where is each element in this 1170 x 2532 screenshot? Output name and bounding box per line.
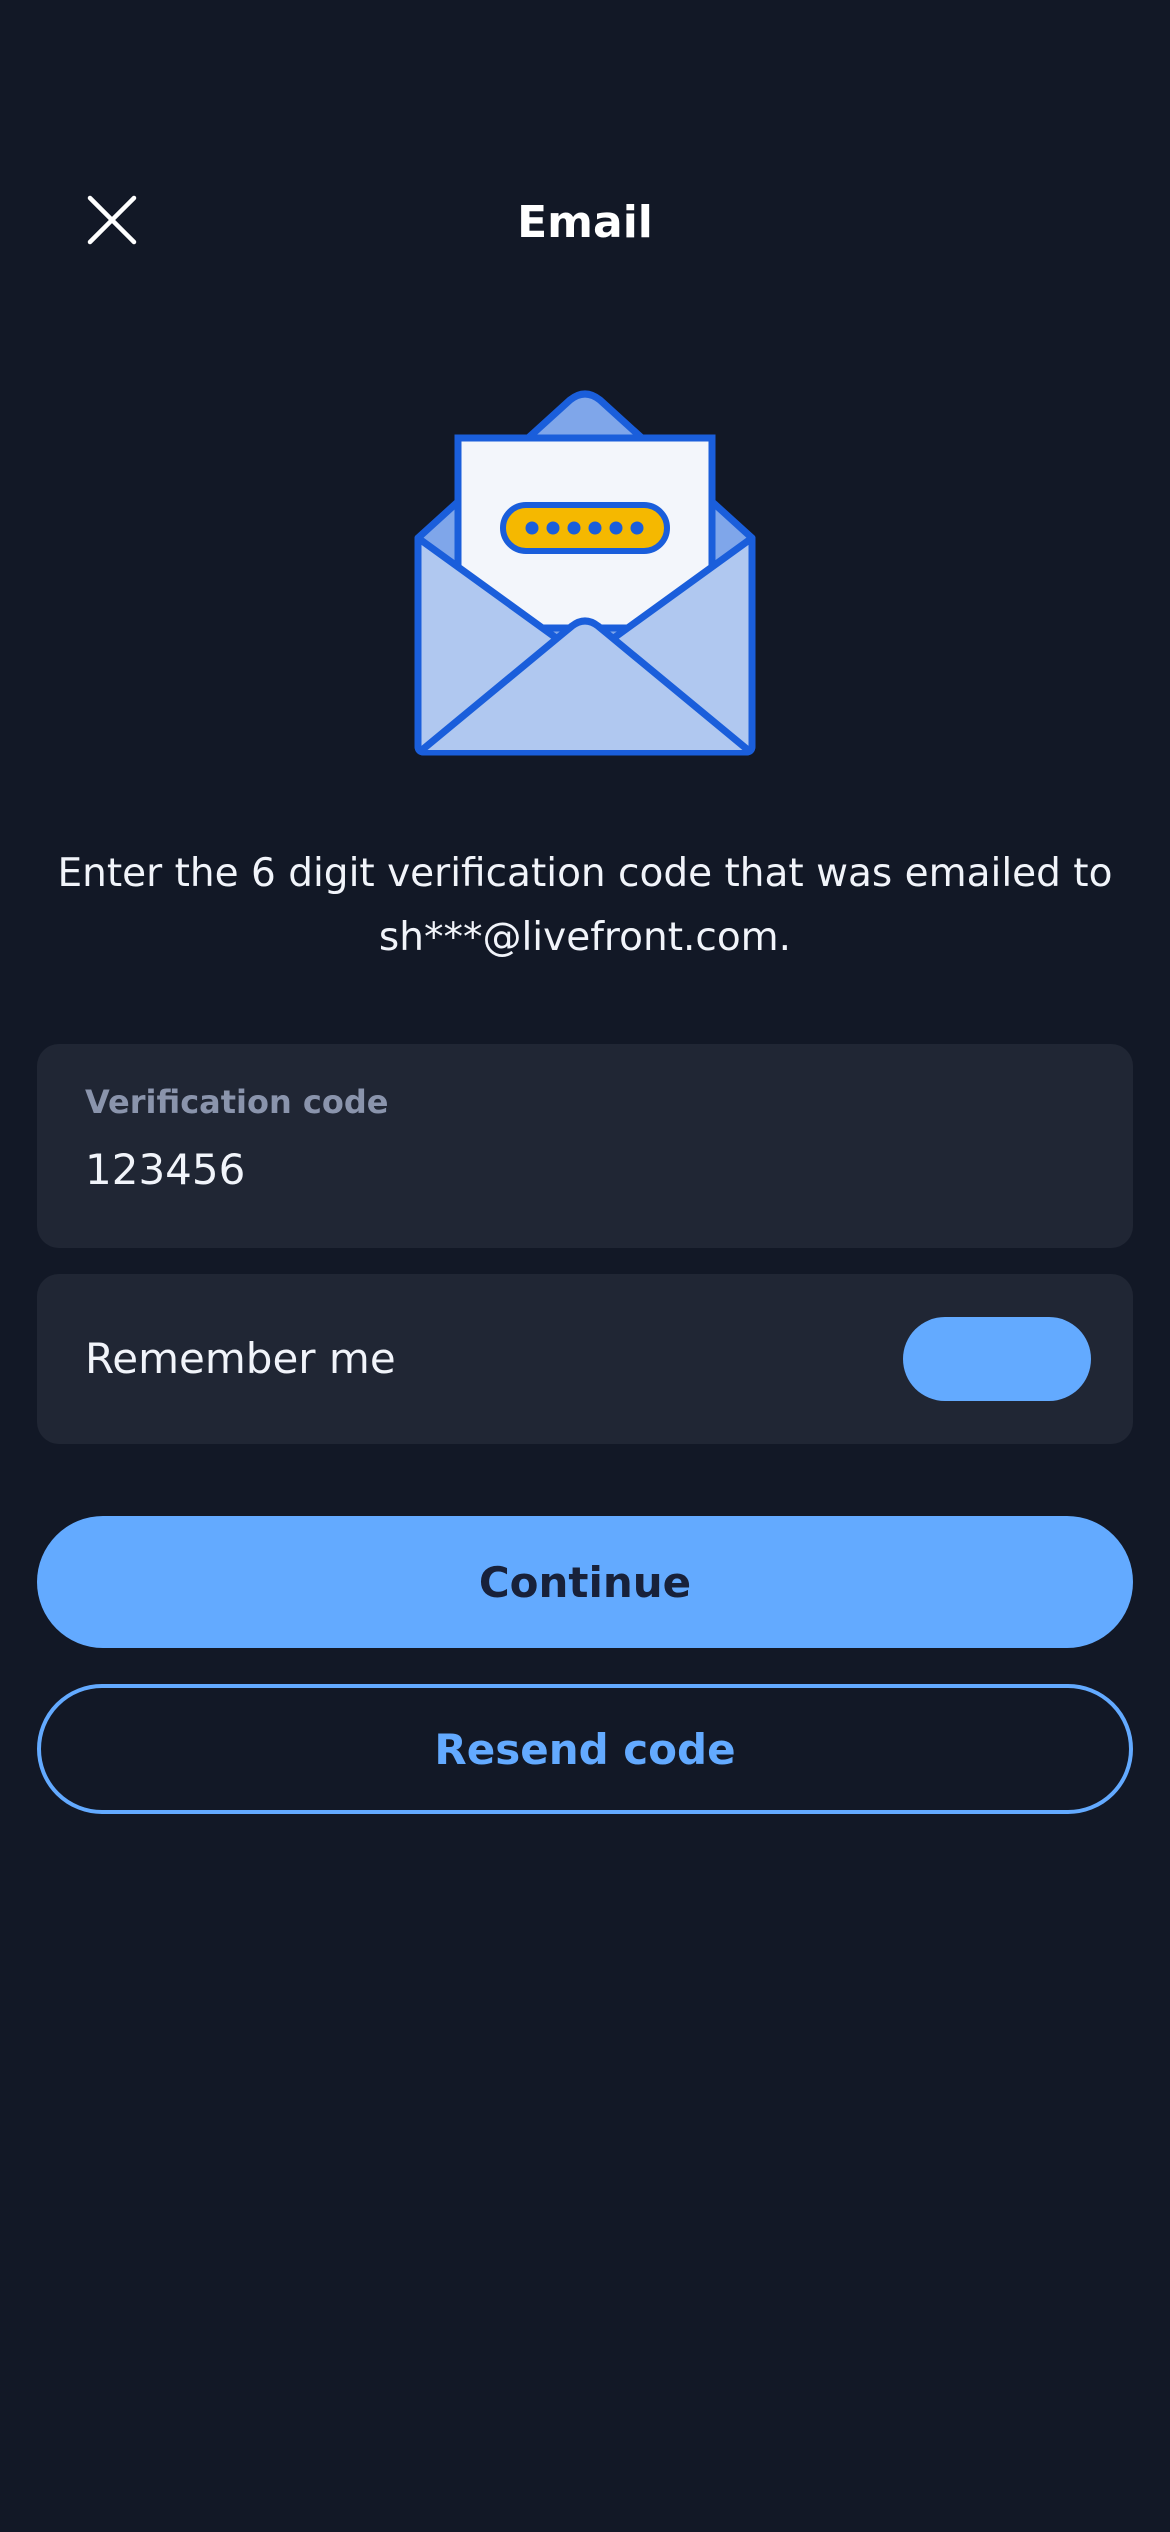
verification-code-field[interactable]: Verification code 123456 xyxy=(37,1044,1133,1248)
top-bar: Email xyxy=(0,160,1170,296)
envelope-with-code-icon xyxy=(410,390,760,760)
remember-me-row: Remember me xyxy=(37,1274,1133,1444)
verification-code-input[interactable]: 123456 xyxy=(85,1144,245,1196)
remember-me-label: Remember me xyxy=(85,1334,396,1383)
remember-me-toggle[interactable] xyxy=(903,1317,1091,1401)
page-title: Email xyxy=(517,197,653,248)
verification-code-label: Verification code xyxy=(85,1083,389,1121)
continue-button[interactable]: Continue xyxy=(37,1516,1133,1648)
instruction-text: Enter the 6 digit verification code that… xyxy=(57,851,1113,960)
resend-code-button[interactable]: Resend code xyxy=(37,1684,1133,1814)
